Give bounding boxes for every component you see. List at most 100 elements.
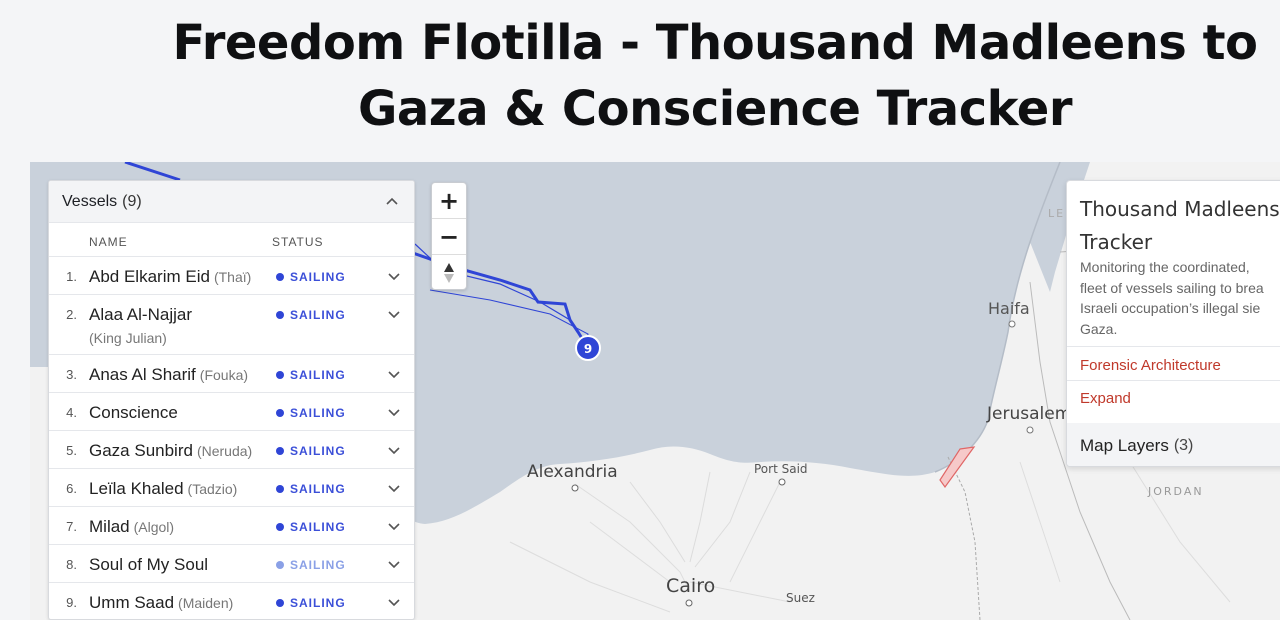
expand-link[interactable]: Expand	[1080, 390, 1131, 407]
vessel-name: Conscience	[89, 403, 178, 422]
collapse-toggle[interactable]	[383, 193, 401, 211]
vessel-status-badge: SAILING	[276, 304, 386, 322]
expand-row-button[interactable]	[386, 304, 406, 327]
chevron-down-icon	[388, 599, 400, 607]
vessel-row[interactable]: 6. Leïla Khaled (Tadzio) SAILING	[49, 469, 414, 507]
status-dot-icon	[276, 485, 284, 493]
vessel-status-text: SAILING	[290, 444, 346, 458]
vessel-alias: (Maiden)	[178, 595, 234, 611]
vessel-alias: (Algol)	[133, 519, 175, 535]
expand-row-button[interactable]	[386, 516, 406, 539]
vessel-status-text: SAILING	[290, 482, 346, 496]
compass-icon	[444, 263, 454, 283]
expand-row-button[interactable]	[386, 592, 406, 615]
vessel-name: Umm Saad	[89, 593, 175, 612]
zoom-out-button[interactable]: −	[432, 219, 466, 255]
vessel-name: Abd Elkarim Eid	[89, 267, 210, 286]
vessel-status-text: SAILING	[290, 558, 346, 572]
map-layers-toggle[interactable]: Map Layers (3)	[1067, 423, 1280, 466]
chevron-down-icon	[388, 273, 400, 281]
map-layers-count: (3)	[1173, 436, 1194, 454]
chevron-down-icon	[388, 561, 400, 569]
vessel-status-badge: SAILING	[276, 402, 386, 420]
vessel-status-badge: SAILING	[276, 478, 386, 496]
desc-line: Gaza.	[1080, 320, 1118, 337]
vessel-row-number: 6.	[66, 481, 77, 496]
vessel-name-cell: Milad (Algol)	[89, 516, 276, 538]
vessel-name: Milad	[89, 517, 130, 536]
expand-row-button[interactable]	[386, 402, 406, 425]
chevron-down-icon	[388, 485, 400, 493]
vessel-alias: (Fouka)	[199, 367, 249, 383]
vessel-name: Anas Al Sharif	[89, 365, 196, 384]
vessel-row[interactable]: 4. Conscience SAILING	[49, 393, 414, 431]
reset-north-button[interactable]	[432, 255, 466, 289]
zoom-in-button[interactable]: +	[432, 183, 466, 219]
vessels-panel-header[interactable]: Vessels (9)	[49, 181, 414, 223]
vessel-row-number: 8.	[66, 557, 77, 572]
column-header-name: NAME	[89, 235, 128, 249]
vessel-status-text: SAILING	[290, 308, 346, 322]
map-label-lebanon: LE	[1048, 207, 1066, 220]
expand-row-button[interactable]	[386, 440, 406, 463]
map-label-alexandria: Alexandria	[527, 462, 618, 482]
desc-line: fleet of vessels sailing to brea	[1080, 279, 1264, 296]
tracker-info-description: Monitoring the coordinated, fleet of ves…	[1080, 257, 1280, 339]
vessel-row[interactable]: 7. Milad (Algol) SAILING	[49, 507, 414, 545]
map-label-jordan: JORDAN	[1148, 485, 1204, 498]
vessel-row[interactable]: 9. Umm Saad (Maiden) SAILING	[49, 583, 414, 619]
vessel-alias: (Thaï)	[213, 269, 252, 285]
vessel-status-badge: SAILING	[276, 440, 386, 458]
vessel-row-number: 9.	[66, 595, 77, 610]
divider	[1067, 380, 1280, 381]
vessel-status-badge: SAILING	[276, 266, 386, 284]
vessels-column-headers: NAME STATUS	[49, 223, 414, 257]
expand-row-button[interactable]	[386, 364, 406, 387]
page-title: Freedom Flotilla - Thousand Madleens to …	[172, 15, 1258, 137]
vessel-status-badge: SAILING	[276, 364, 386, 382]
status-dot-icon	[276, 273, 284, 281]
status-dot-icon	[276, 371, 284, 379]
expand-row-button[interactable]	[386, 266, 406, 289]
vessel-row[interactable]: 3. Anas Al Sharif (Fouka) SAILING	[49, 355, 414, 393]
vessel-row[interactable]: 1. Abd Elkarim Eid (Thaï) SAILING	[49, 257, 414, 295]
vessel-alias: (King Julian)	[89, 330, 167, 346]
status-dot-icon	[276, 523, 284, 531]
vessel-status-text: SAILING	[290, 520, 346, 534]
vessel-row[interactable]: 5. Gaza Sunbird (Neruda) SAILING	[49, 431, 414, 469]
vessel-name: Leïla Khaled	[89, 479, 184, 498]
divider	[1067, 346, 1280, 347]
vessel-row-number: 5.	[66, 443, 77, 458]
chevron-down-icon	[388, 523, 400, 531]
map-label-haifa: Haifa	[988, 299, 1030, 318]
chevron-down-icon	[388, 311, 400, 319]
vessel-row[interactable]: 2. Alaa Al-Najjar (King Julian) SAILING	[49, 295, 414, 355]
vessel-status-badge: SAILING	[276, 554, 386, 572]
vessel-row[interactable]: 8. Soul of My Soul SAILING	[49, 545, 414, 583]
vessel-name: Soul of My Soul	[89, 555, 209, 574]
vessels-panel: Vessels (9) NAME STATUS 1. Abd Elkarim Ei…	[48, 180, 415, 620]
vessel-status-text: SAILING	[290, 596, 346, 610]
vessel-alias: (Tadzio)	[187, 481, 238, 497]
vessel-name-cell: Leïla Khaled (Tadzio)	[89, 478, 276, 500]
status-dot-icon	[276, 447, 284, 455]
vessel-name-cell: Abd Elkarim Eid (Thaï)	[89, 266, 276, 288]
chevron-down-icon	[388, 409, 400, 417]
forensic-architecture-link[interactable]: Forensic Architecture	[1080, 357, 1221, 374]
tracker-info-panel: Thousand Madleens t Tracker Monitoring t…	[1066, 180, 1280, 467]
vessel-row-number: 3.	[66, 367, 77, 382]
chevron-down-icon	[388, 371, 400, 379]
tracker-info-title-line2: Tracker	[1080, 230, 1153, 254]
expand-row-button[interactable]	[386, 478, 406, 501]
vessel-row-number: 2.	[66, 307, 77, 322]
vessels-title: Vessels	[62, 192, 118, 210]
vessel-status-badge: SAILING	[276, 516, 386, 534]
vessel-name-cell: Alaa Al-Najjar (King Julian)	[89, 304, 276, 350]
map-label-port-said: Port Said	[754, 462, 808, 476]
vessel-name-cell: Anas Al Sharif (Fouka)	[89, 364, 276, 386]
expand-row-button[interactable]	[386, 554, 406, 577]
vessel-row-number: 4.	[66, 405, 77, 420]
vessel-alias: (Neruda)	[196, 443, 253, 459]
vessel-row-number: 7.	[66, 519, 77, 534]
zoom-controls: + −	[431, 182, 467, 290]
